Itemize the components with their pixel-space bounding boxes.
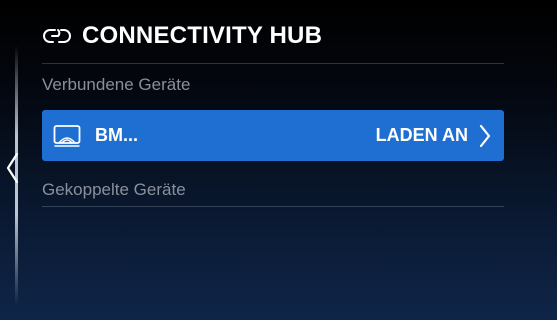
header-divider bbox=[42, 63, 504, 64]
section-label-paired: Gekoppelte Geräte bbox=[42, 180, 186, 199]
back-button[interactable] bbox=[3, 150, 23, 186]
section-label-connected: Verbundene Geräte bbox=[42, 75, 191, 94]
phone-charging-icon bbox=[53, 124, 83, 148]
device-name: BM... bbox=[95, 125, 138, 145]
connected-device-row[interactable]: BM... LADEN AN bbox=[42, 110, 504, 161]
connectivity-hub-screen: CONNECTIVITY HUB Verbundene Geräte BM...… bbox=[0, 0, 557, 320]
header: CONNECTIVITY HUB bbox=[42, 22, 322, 50]
link-chain-icon bbox=[42, 25, 72, 47]
chevron-left-icon bbox=[6, 152, 19, 184]
chevron-right-icon bbox=[478, 123, 492, 149]
page-title: CONNECTIVITY HUB bbox=[82, 22, 323, 49]
charge-action-label: LADEN AN bbox=[375, 125, 468, 145]
paired-divider bbox=[42, 206, 504, 207]
